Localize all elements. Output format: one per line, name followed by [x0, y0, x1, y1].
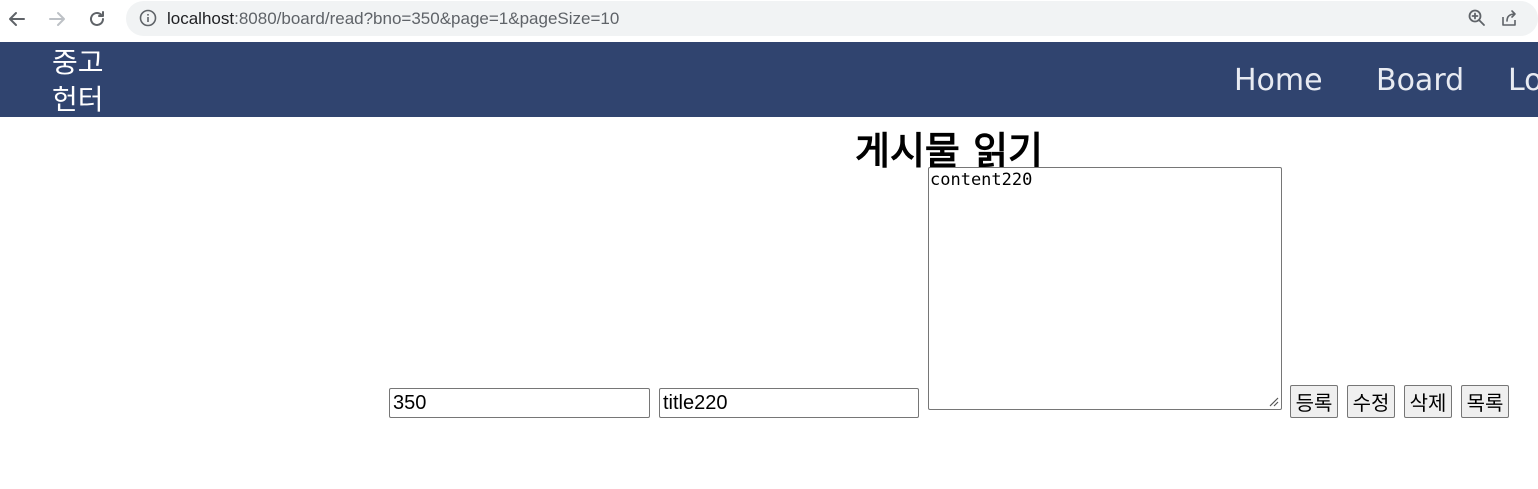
page-title: 게시물 읽기	[854, 129, 1044, 173]
bno-input[interactable]	[389, 388, 650, 418]
reload-button[interactable]	[84, 6, 110, 32]
nav-login-link[interactable]: Lo	[1508, 63, 1538, 98]
brand-logo-text[interactable]: 중고 헌터	[52, 44, 112, 118]
share-icon[interactable]	[1499, 8, 1519, 28]
reload-icon	[90, 11, 104, 26]
back-button[interactable]	[4, 6, 30, 32]
register-button[interactable]: 등록	[1290, 385, 1338, 418]
modify-button[interactable]: 수정	[1347, 385, 1395, 418]
url-text[interactable]: localhost:8080/board/read?bno=350&page=1…	[167, 9, 619, 29]
url-host: localhost	[167, 9, 235, 28]
forward-button[interactable]	[44, 6, 70, 32]
nav-home-link[interactable]: Home	[1234, 63, 1323, 98]
zoom-icon[interactable]	[1467, 8, 1487, 28]
list-button[interactable]: 목록	[1461, 385, 1509, 418]
arrow-left-icon	[9, 12, 25, 26]
info-icon[interactable]	[139, 9, 157, 27]
site-header: 중고 헌터 Home Board Lo	[0, 42, 1538, 117]
arrow-right-icon	[49, 12, 65, 26]
content-textarea[interactable]: content220	[928, 167, 1282, 410]
title-input[interactable]	[659, 388, 919, 418]
url-path: :8080/board/read?bno=350&page=1&pageSize…	[234, 9, 620, 28]
browser-toolbar: localhost:8080/board/read?bno=350&page=1…	[0, 0, 1538, 42]
delete-button[interactable]: 삭제	[1404, 385, 1452, 418]
resize-grip-icon[interactable]	[1268, 396, 1279, 407]
nav-board-link[interactable]: Board	[1376, 63, 1464, 98]
address-bar[interactable]: localhost:8080/board/read?bno=350&page=1…	[126, 1, 1538, 36]
